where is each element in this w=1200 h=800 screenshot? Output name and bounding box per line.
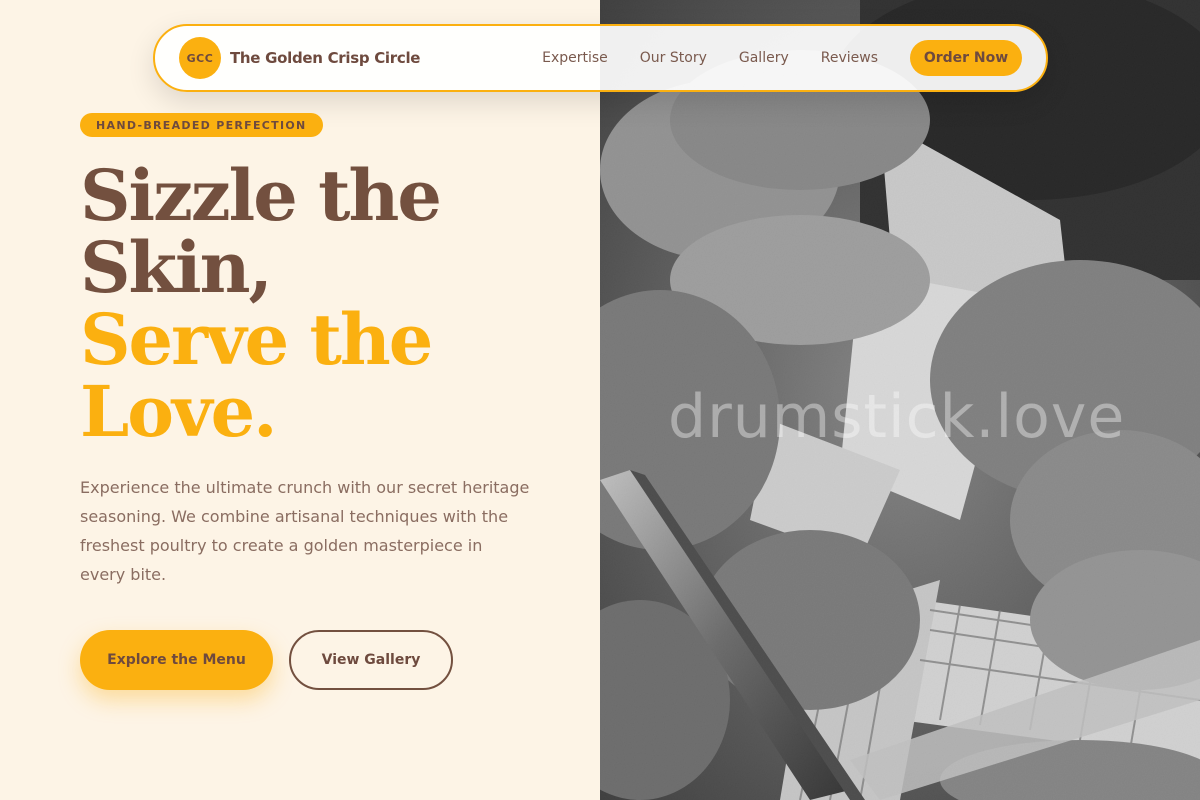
nav-links: Expertise Our Story Gallery Reviews Orde… [542, 40, 1022, 76]
explore-menu-button[interactable]: Explore the Menu [80, 630, 273, 690]
hero-headline: Sizzle the Skin, Serve the Love. [80, 154, 442, 453]
eyebrow-badge: HAND-BREADED PERFECTION [80, 113, 323, 137]
headline-line-2: Skin, [80, 226, 273, 309]
view-gallery-button[interactable]: View Gallery [289, 630, 453, 690]
hero-description: Experience the ultimate crunch with our … [80, 478, 530, 584]
nav-link-reviews[interactable]: Reviews [821, 50, 878, 66]
nav-link-gallery[interactable]: Gallery [739, 50, 789, 66]
headline-line-1: Sizzle the [80, 154, 442, 237]
order-now-button[interactable]: Order Now [910, 40, 1022, 76]
nav-link-expertise[interactable]: Expertise [542, 50, 608, 66]
photo-watermark: drumstick.love [668, 382, 1126, 452]
headline-line-3: Serve the [80, 298, 433, 381]
nav-link-our-story[interactable]: Our Story [640, 50, 707, 66]
top-navigation: GCC The Golden Crisp Circle Expertise Ou… [153, 24, 1048, 92]
logo-badge[interactable]: GCC [179, 37, 221, 79]
brand-name[interactable]: The Golden Crisp Circle [230, 49, 420, 67]
headline-line-4: Love. [80, 370, 277, 453]
